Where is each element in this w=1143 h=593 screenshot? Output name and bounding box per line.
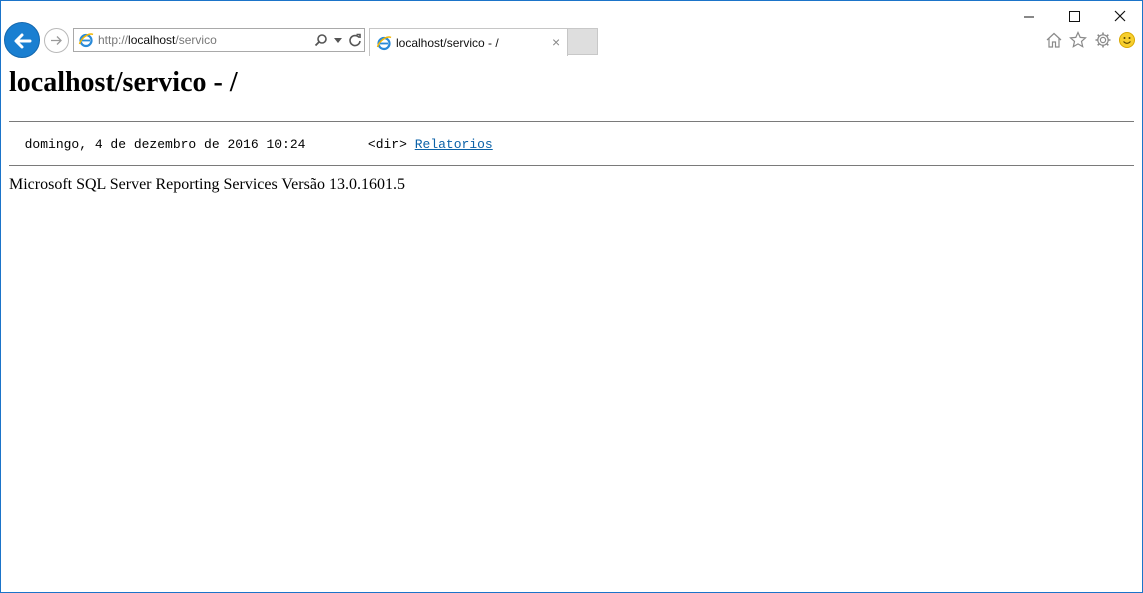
page-title: localhost/servico - / bbox=[9, 67, 238, 98]
refresh-icon[interactable] bbox=[348, 33, 362, 47]
close-icon bbox=[1114, 10, 1126, 22]
maximize-icon bbox=[1069, 11, 1080, 22]
address-url[interactable]: http://localhost/servico bbox=[98, 33, 217, 47]
forward-button[interactable] bbox=[44, 28, 69, 53]
chevron-down-icon[interactable] bbox=[334, 38, 342, 43]
list-item: domingo, 4 de dezembro de 2016 10:24 <di… bbox=[9, 137, 493, 152]
smiley-icon bbox=[1119, 32, 1135, 48]
home-icon bbox=[1046, 32, 1062, 48]
new-tab-button[interactable] bbox=[568, 28, 598, 55]
top-divider bbox=[9, 121, 1134, 122]
tab-active[interactable]: localhost/servico - / × bbox=[369, 28, 568, 56]
ie-logo-icon bbox=[376, 36, 392, 51]
feedback-button[interactable] bbox=[1118, 31, 1136, 49]
ie-logo-icon bbox=[78, 33, 94, 48]
back-button[interactable] bbox=[4, 22, 40, 58]
search-icon[interactable] bbox=[314, 33, 328, 47]
close-tab-icon[interactable]: × bbox=[552, 34, 560, 50]
entry-date: domingo, 4 de dezembro de 2016 10:24 bbox=[24, 137, 306, 152]
minimize-icon bbox=[1024, 16, 1034, 18]
address-path: /servico bbox=[175, 33, 217, 47]
directory-listing: domingo, 4 de dezembro de 2016 10:24 <di… bbox=[9, 137, 493, 152]
arrow-right-icon bbox=[51, 36, 62, 45]
address-host: localhost bbox=[128, 33, 176, 47]
entry-type: <dir> bbox=[367, 137, 407, 152]
address-scheme: http:// bbox=[98, 33, 129, 47]
browser-chrome: http://localhost/servico localhost/servi… bbox=[1, 1, 1142, 58]
maximize-button[interactable] bbox=[1064, 7, 1084, 27]
star-icon bbox=[1069, 31, 1087, 48]
tab-title: localhost/servico - / bbox=[396, 36, 499, 50]
close-window-button[interactable] bbox=[1110, 7, 1130, 27]
home-button[interactable] bbox=[1045, 31, 1063, 49]
arrow-left-icon bbox=[14, 33, 32, 49]
favorites-button[interactable] bbox=[1069, 31, 1087, 49]
entry-link-relatorios[interactable]: Relatorios bbox=[415, 137, 493, 152]
settings-button[interactable] bbox=[1094, 31, 1112, 49]
bottom-divider bbox=[9, 165, 1134, 166]
minimize-button[interactable] bbox=[1019, 7, 1039, 27]
browser-window: http://localhost/servico localhost/servi… bbox=[0, 0, 1143, 593]
gear-icon bbox=[1095, 32, 1111, 48]
server-version-footer: Microsoft SQL Server Reporting Services … bbox=[9, 176, 405, 193]
address-bar[interactable]: http://localhost/servico bbox=[73, 28, 365, 52]
